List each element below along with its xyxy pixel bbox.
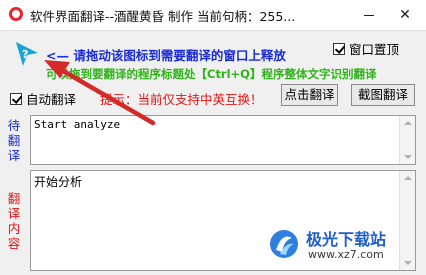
- watermark-url: www.xz7.com: [308, 248, 384, 261]
- close-button[interactable]: ✕: [396, 6, 414, 24]
- result-text: 开始分析: [34, 175, 83, 189]
- result-side-label: 翻译内容: [7, 191, 21, 251]
- watermark: 极光下载站 www.xz7.com: [268, 224, 418, 270]
- scroll-down-icon[interactable]: [404, 155, 412, 159]
- aurora-logo-icon: [270, 230, 298, 258]
- window-title: 软件界面翻译--酒醒黄昏 制作 当前句柄：255...: [30, 9, 296, 24]
- source-scrollbar[interactable]: [399, 116, 415, 164]
- source-text: Start analyze: [34, 118, 121, 131]
- drag-hint: <— 请拖动该图标到需要翻译的窗口上释放: [46, 48, 286, 63]
- svg-text:?: ?: [22, 48, 28, 61]
- screenshot-translate-button[interactable]: 截图翻译: [351, 84, 415, 106]
- notice-text: 提示：当前仅支持中英互换！: [100, 92, 263, 107]
- scroll-up-icon[interactable]: [404, 176, 412, 180]
- watermark-title: 极光下载站: [306, 230, 387, 249]
- click-translate-button[interactable]: 点击翻译: [281, 84, 338, 106]
- shortcut-hint: 可以拖到要翻译的程序标题处【Ctrl+Q】程序整体文字识别翻译: [46, 67, 377, 81]
- source-textbox[interactable]: Start analyze: [30, 115, 416, 165]
- app-icon: [9, 7, 23, 21]
- title-bar: 软件界面翻译--酒醒黄昏 制作 当前句柄：255... ✕: [0, 0, 426, 30]
- auto-translate-checkbox[interactable]: 自动翻译: [10, 89, 76, 108]
- window-top-checkbox[interactable]: 窗口置顶: [333, 39, 399, 58]
- question-pointer-icon[interactable]: ?: [14, 41, 40, 67]
- scroll-up-icon[interactable]: [404, 121, 412, 125]
- checkbox-checked-icon[interactable]: [10, 92, 22, 105]
- source-side-label: 待翻译: [7, 118, 21, 163]
- minimize-button[interactable]: [360, 6, 378, 24]
- window-top-label: 窗口置顶: [349, 42, 400, 57]
- checkbox-checked-icon[interactable]: [333, 42, 345, 55]
- auto-translate-label: 自动翻译: [26, 92, 77, 107]
